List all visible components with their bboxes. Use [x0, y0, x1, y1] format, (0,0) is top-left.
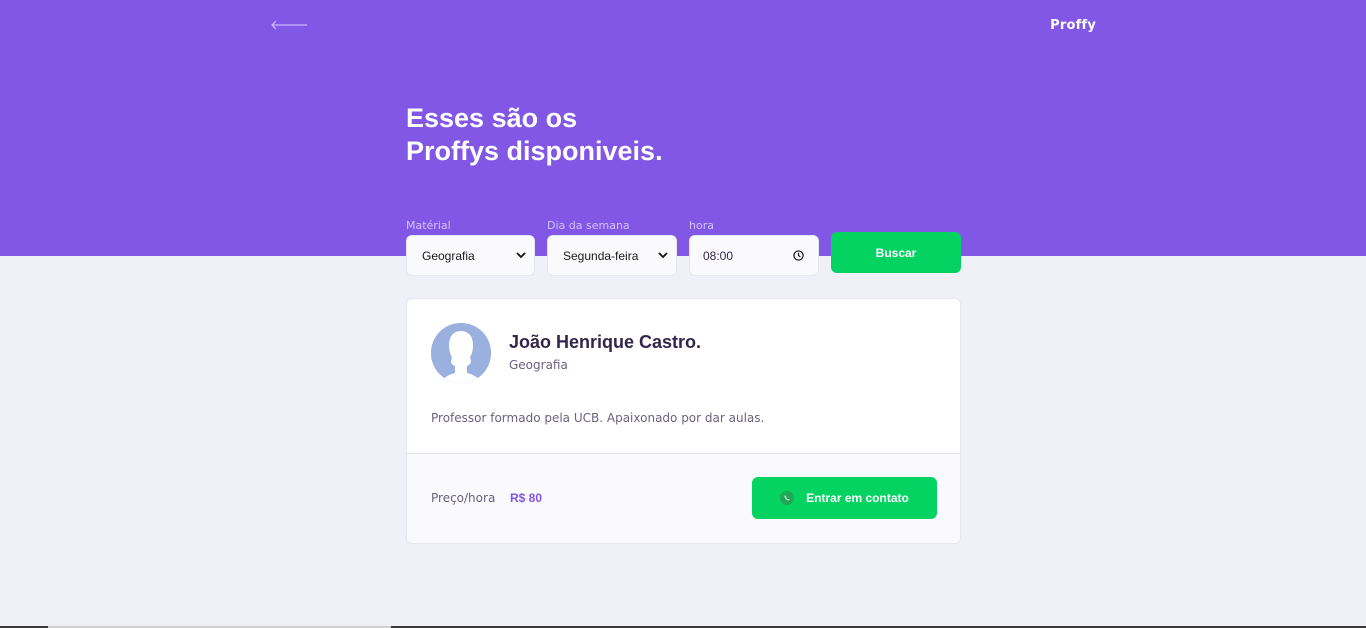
- weekday-select-value: Segunda-feira: [563, 248, 639, 263]
- time-label: hora: [689, 219, 714, 232]
- clock-icon[interactable]: [793, 250, 804, 261]
- page-title-line-2: Proffys disponiveis.: [406, 136, 663, 166]
- avatar: [431, 323, 491, 383]
- subject-label: Matérial: [406, 219, 451, 232]
- teacher-subject: Geografia: [509, 358, 568, 372]
- back-button[interactable]: [270, 14, 308, 36]
- weekday-select[interactable]: Segunda-feira: [547, 235, 677, 276]
- time-field: hora 08:00: [689, 219, 819, 276]
- arrow-left-icon: [271, 20, 307, 30]
- weekday-field: Dia da semana Segunda-feira: [547, 219, 677, 276]
- search-button[interactable]: Buscar: [831, 232, 961, 273]
- teacher-name: João Henrique Castro.: [509, 332, 702, 352]
- contact-button-label: Entrar em contato: [806, 491, 909, 505]
- search-filters: Matérial Geografia Dia da semana Segunda…: [406, 219, 962, 279]
- subject-select-value: Geografia: [422, 248, 475, 263]
- whatsapp-icon: [780, 491, 795, 505]
- weekday-label: Dia da semana: [547, 219, 630, 232]
- time-input-value: 08:00: [703, 248, 734, 263]
- price-label: Preço/hora: [431, 491, 496, 505]
- time-input[interactable]: 08:00: [689, 235, 819, 276]
- page-header: Proffy Esses são os Proffys disponiveis.: [0, 0, 1366, 256]
- page-title-line-1: Esses são os: [406, 103, 578, 133]
- top-bar: Proffy: [270, 14, 1096, 36]
- user-silhouette-icon: [431, 323, 491, 383]
- contact-button[interactable]: Entrar em contato: [752, 477, 937, 519]
- subject-field: Matérial Geografia: [406, 219, 535, 276]
- brand-logo: Proffy: [1050, 17, 1096, 33]
- card-footer: Preço/hora R$ 80 Entrar em contato: [407, 453, 960, 543]
- subject-select[interactable]: Geografia: [406, 235, 535, 276]
- teacher-card: João Henrique Castro. Geografia Professo…: [406, 298, 961, 544]
- chevron-down-icon: [658, 252, 668, 259]
- price-value: R$ 80: [510, 491, 543, 505]
- teacher-bio: Professor formado pela UCB. Apaixonado p…: [431, 411, 765, 425]
- chevron-down-icon: [516, 252, 526, 259]
- page-title: Esses são os Proffys disponiveis.: [406, 102, 826, 168]
